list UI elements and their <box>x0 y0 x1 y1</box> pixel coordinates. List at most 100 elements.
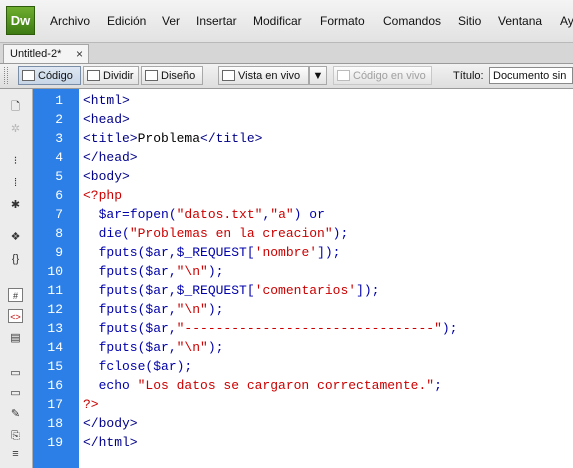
coding-toolbar: 🗋 ✲ ⁝ ⁞ ✱ ❖ {} # <> ▤ ▭ ▭ ✎ ⎘ ≡ <box>0 89 33 468</box>
code-token: ?> <box>83 397 99 412</box>
code-token: <?php <box>83 188 123 203</box>
code-token: "a" <box>270 207 294 222</box>
code-view-label: Código <box>38 70 73 82</box>
live-view-dropdown[interactable]: ▼ <box>309 66 327 85</box>
code-view-button[interactable]: Código <box>18 66 81 85</box>
line-number: 2 <box>55 112 63 127</box>
remove-comment-icon[interactable]: ▭ <box>8 386 23 400</box>
code-token: <head> <box>83 112 130 127</box>
code-token: "\n" <box>176 340 208 355</box>
code-token: fputs($ar, <box>83 302 177 317</box>
menu-archivo[interactable]: Archivo <box>50 14 90 28</box>
split-view-button[interactable]: Dividir <box>83 66 139 85</box>
wrap-tag-icon[interactable]: ✎ <box>8 407 23 421</box>
live-view-button[interactable]: Vista en vivo <box>218 66 309 85</box>
collapse-selection-icon[interactable]: ⁞ <box>8 176 23 190</box>
code-token: <title> <box>83 131 138 146</box>
code-token: </body> <box>83 416 138 431</box>
code-line[interactable]: die("Problemas en la creacion"); <box>83 224 349 243</box>
move-css-icon[interactable]: ≡ <box>8 447 23 461</box>
highlight-invalid-code-icon[interactable]: <> <box>8 309 23 323</box>
show-code-navigator-icon[interactable]: ✲ <box>8 122 23 136</box>
code-line[interactable]: fputs($ar,$_REQUEST['comentarios']); <box>83 281 380 300</box>
code-token: "\n" <box>176 264 208 279</box>
collapse-full-tag-icon[interactable]: ⁝ <box>8 154 23 168</box>
code-line[interactable]: fputs($ar,$_REQUEST['nombre']); <box>83 243 341 262</box>
split-view-label: Dividir <box>103 70 134 82</box>
code-token: fputs($ar,$_REQUEST[ <box>83 245 255 260</box>
menu-edicion[interactable]: Edición <box>107 14 146 28</box>
code-token: ); <box>441 321 458 336</box>
menu-bar: Dw Archivo Edición Ver Insertar Modifica… <box>0 0 573 43</box>
open-documents-icon[interactable]: 🗋 <box>8 100 23 114</box>
code-line[interactable]: <html> <box>83 91 130 110</box>
code-token: "--------------------------------" <box>176 321 442 336</box>
line-number: 16 <box>47 378 63 393</box>
select-parent-tag-icon[interactable]: ❖ <box>8 230 23 244</box>
toolbar-grip[interactable] <box>4 67 8 84</box>
line-number: 8 <box>55 226 63 241</box>
code-line[interactable]: <?php <box>83 186 122 205</box>
code-line[interactable]: <body> <box>83 167 130 186</box>
code-editor[interactable]: <html> <head> <title>Problema</title> </hea… <box>79 89 573 468</box>
document-tab[interactable]: Untitled-2* × <box>3 44 89 63</box>
menu-sitio[interactable]: Sitio <box>458 14 481 28</box>
menu-ayuda[interactable]: Ay <box>560 14 573 28</box>
line-number: 4 <box>55 150 63 165</box>
code-token: fputs($ar, <box>83 321 177 336</box>
code-line[interactable]: fputs($ar,"\n"); <box>83 300 224 319</box>
code-token: </head> <box>83 150 138 165</box>
line-number-gutter: 1 2 3 4 5 6 7 8 9 10 11 12 13 14 15 16 17 18 19 <box>33 89 79 468</box>
code-line[interactable]: $ar=fopen("datos.txt","a") or <box>83 205 325 224</box>
dreamweaver-logo: Dw <box>6 6 35 35</box>
code-token: fopen( <box>129 207 177 222</box>
syntax-coloring-icon[interactable]: ▤ <box>8 331 23 345</box>
code-token: fputs($ar, <box>83 340 177 355</box>
design-view-button[interactable]: Diseño <box>141 66 203 85</box>
line-numbers-icon[interactable]: # <box>8 288 23 302</box>
code-line[interactable]: fputs($ar,"\n"); <box>83 338 224 357</box>
document-tab-strip: Untitled-2* × <box>0 43 573 64</box>
code-line[interactable]: ?> <box>83 395 99 414</box>
code-token: </html> <box>83 435 138 450</box>
menu-ventana[interactable]: Ventana <box>498 14 542 28</box>
live-code-button[interactable]: Código en vivo <box>333 66 432 85</box>
code-line[interactable]: </body> <box>83 414 138 433</box>
code-token: ); <box>207 302 224 317</box>
code-line[interactable]: fputs($ar,"\n"); <box>83 262 224 281</box>
code-token: die( <box>83 226 130 241</box>
code-token: "Los datos se cargaron correctamente." <box>137 378 435 393</box>
apply-comment-icon[interactable]: ▭ <box>8 366 23 380</box>
code-token: ]); <box>317 245 341 260</box>
line-number: 9 <box>55 245 63 260</box>
code-line[interactable]: </head> <box>83 148 138 167</box>
code-line[interactable]: <head> <box>83 110 130 129</box>
code-line[interactable]: fclose($ar); <box>83 357 193 376</box>
title-input[interactable] <box>489 67 573 84</box>
code-line[interactable]: <title>Problema</title> <box>83 129 262 148</box>
menu-insertar[interactable]: Insertar <box>196 14 237 28</box>
code-line[interactable]: echo "Los datos se cargaron correctament… <box>83 376 442 395</box>
expand-all-icon[interactable]: ✱ <box>8 198 23 212</box>
chevron-down-icon: ▼ <box>312 70 324 82</box>
line-number: 15 <box>47 359 63 374</box>
menu-formato[interactable]: Formato <box>320 14 365 28</box>
line-number: 18 <box>47 416 63 431</box>
code-line[interactable]: fputs($ar,"-----------------------------… <box>83 319 458 338</box>
line-number: 6 <box>55 188 63 203</box>
live-view-icon <box>222 70 235 81</box>
code-line[interactable]: </html> <box>83 433 138 452</box>
balance-braces-icon[interactable]: {} <box>8 252 23 266</box>
code-token: echo <box>83 378 138 393</box>
code-token: ); <box>332 226 349 241</box>
recent-snippets-icon[interactable]: ⎘ <box>8 429 23 443</box>
document-tab-title: Untitled-2* <box>10 48 62 60</box>
menu-modificar[interactable]: Modificar <box>253 14 302 28</box>
menu-comandos[interactable]: Comandos <box>383 14 441 28</box>
code-token: ; <box>434 378 442 393</box>
close-icon[interactable]: × <box>76 45 83 64</box>
code-token: ); <box>207 340 224 355</box>
line-number: 5 <box>55 169 63 184</box>
split-view-icon <box>87 70 100 81</box>
menu-ver[interactable]: Ver <box>162 14 180 28</box>
